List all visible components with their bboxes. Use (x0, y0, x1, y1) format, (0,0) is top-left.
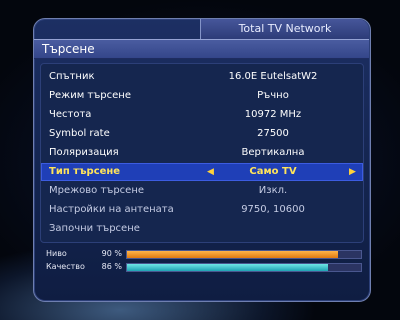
setting-row-frequency[interactable]: Честота 10972 MHz (41, 106, 363, 124)
setting-label: Настройки на антената (49, 204, 174, 215)
quality-percent: 86 % (101, 262, 122, 271)
setting-label: Поляризация (49, 147, 119, 158)
level-percent: 90 % (101, 249, 122, 258)
settings-list: Спътник 16.0E EutelsatW2 Режим търсене Р… (40, 63, 364, 243)
setting-row-network-search[interactable]: Мрежово търсене Изкл. (41, 182, 363, 200)
setting-row-search-mode[interactable]: Режим търсене Ръчно (41, 87, 363, 105)
setting-value: 10972 MHz (244, 109, 302, 120)
setting-value: 9750, 10600 (241, 204, 305, 215)
setting-value: Вертикална (241, 147, 305, 158)
level-label: Ниво (46, 249, 67, 258)
quality-label: Качество (46, 262, 85, 271)
right-arrow-icon[interactable]: ▶ (349, 163, 356, 181)
setting-label: Тип търсене (49, 166, 121, 177)
quality-bar-fill (127, 264, 329, 271)
start-search-button[interactable]: Започни търсене (41, 220, 363, 238)
page-title: Търсене (42, 42, 95, 56)
title-bar: Търсене (34, 39, 369, 59)
setting-value: Ръчно (257, 90, 289, 101)
setting-value: 16.0E EutelsatW2 (228, 71, 318, 82)
setting-row-search-type[interactable]: Тип търсене ◀ Само TV ▶ (41, 163, 363, 181)
setting-value: 27500 (257, 128, 289, 139)
setting-label: Режим търсене (49, 90, 131, 101)
setting-label: Честота (49, 109, 92, 120)
network-name-label: Total TV Network (238, 22, 332, 35)
signal-meters: Ниво 90 % Качество 86 % (40, 248, 362, 276)
setting-label: Спътник (49, 71, 95, 82)
setting-value: Изкл. (258, 185, 288, 196)
setting-label: Мрежово търсене (49, 185, 145, 196)
setting-label: Започни търсене (49, 223, 140, 234)
level-bar (126, 250, 362, 259)
setting-row-polarization[interactable]: Поляризация Вертикална (41, 144, 363, 162)
setting-row-antenna-settings[interactable]: Настройки на антената 9750, 10600 (41, 201, 363, 219)
level-bar-fill (127, 251, 338, 258)
quality-bar (126, 263, 362, 272)
setting-row-symbol-rate[interactable]: Symbol rate 27500 (41, 125, 363, 143)
setting-row-satellite[interactable]: Спътник 16.0E EutelsatW2 (41, 68, 363, 86)
setting-label: Symbol rate (49, 128, 110, 139)
network-name-tab: Total TV Network (200, 19, 369, 39)
setting-value: Само TV (249, 166, 297, 177)
